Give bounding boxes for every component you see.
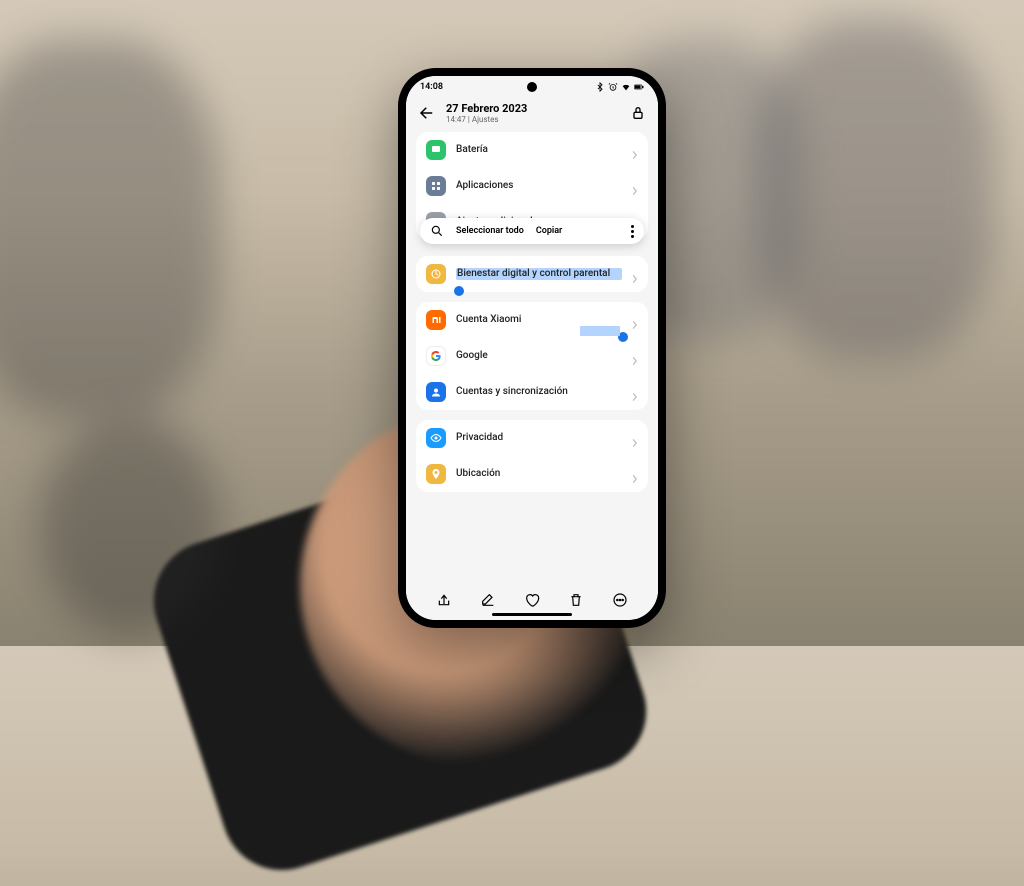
chevron-right-icon: [632, 269, 638, 279]
row-label: Cuenta Xiaomi: [456, 314, 622, 326]
chevron-right-icon: [632, 145, 638, 155]
favorite-icon[interactable]: [524, 592, 540, 608]
text-selection-menu: Seleccionar todo Copiar: [420, 218, 644, 244]
chevron-right-icon: [632, 387, 638, 397]
header-title: 27 Febrero 2023: [446, 102, 620, 115]
chevron-right-icon: [632, 469, 638, 479]
settings-row[interactable]: Batería: [416, 132, 648, 168]
settings-list[interactable]: BateríaAplicacionesAjustes adicionalesSe…: [406, 132, 658, 580]
bluetooth-icon: [595, 82, 605, 92]
settings-row[interactable]: Cuenta Xiaomi: [416, 302, 648, 338]
status-icons: [595, 82, 644, 92]
copy-button[interactable]: Copiar: [536, 226, 562, 236]
search-icon[interactable]: [430, 224, 444, 238]
wifi-icon: [621, 82, 631, 92]
battery-icon: [426, 140, 446, 160]
home-indicator[interactable]: [492, 613, 572, 616]
settings-row[interactable]: Cuentas y sincronización: [416, 374, 648, 410]
privacy-icon: [426, 428, 446, 448]
camera-notch: [527, 82, 537, 92]
google-icon: [426, 346, 446, 366]
chevron-right-icon: [632, 181, 638, 191]
select-all-button[interactable]: Seleccionar todo: [456, 226, 524, 236]
settings-row[interactable]: Bienestar digital y control parental: [416, 256, 648, 292]
header-subtitle: 14:47 | Ajustes: [446, 115, 620, 124]
chevron-right-icon: [632, 315, 638, 325]
settings-row[interactable]: Ubicación: [416, 456, 648, 492]
share-icon[interactable]: [436, 592, 452, 608]
row-label: Aplicaciones: [456, 180, 622, 192]
phone-screen: 14:08 27 Febrero 2023 14:47 | Ajustes Ba…: [406, 76, 658, 620]
settings-group: Privacidad Ubicación: [416, 420, 648, 492]
row-label: Ubicación: [456, 468, 622, 480]
selection-handle-start[interactable]: [454, 286, 464, 296]
settings-group: Seleccionar todoCopiarBienestar digital …: [416, 256, 648, 292]
edit-icon[interactable]: [480, 592, 496, 608]
chevron-right-icon: [632, 433, 638, 443]
settings-row[interactable]: Aplicaciones: [416, 168, 648, 204]
battery-icon: [634, 82, 644, 92]
page-header: 27 Febrero 2023 14:47 | Ajustes: [406, 98, 658, 132]
wellbeing-icon: [426, 264, 446, 284]
row-label: Bienestar digital y control parental: [456, 268, 622, 280]
delete-icon[interactable]: [568, 592, 584, 608]
more-icon[interactable]: [612, 592, 628, 608]
row-label: Cuentas y sincronización: [456, 386, 622, 398]
row-label: Batería: [456, 144, 622, 156]
alarm-icon: [608, 82, 618, 92]
settings-group: Cuenta Xiaomi Google Cuentas y sincronizac…: [416, 302, 648, 410]
back-arrow-icon[interactable]: [418, 104, 436, 122]
row-label: Google: [456, 350, 622, 362]
apps-icon: [426, 176, 446, 196]
row-label: Privacidad: [456, 432, 622, 444]
settings-row[interactable]: Google: [416, 338, 648, 374]
status-time: 14:08: [420, 82, 443, 92]
xiaomi-icon: [426, 310, 446, 330]
accounts-icon: [426, 382, 446, 402]
phone-frame: 14:08 27 Febrero 2023 14:47 | Ajustes Ba…: [398, 68, 666, 628]
location-icon: [426, 464, 446, 484]
chevron-right-icon: [632, 351, 638, 361]
lock-icon[interactable]: [630, 105, 646, 121]
settings-row[interactable]: Privacidad: [416, 420, 648, 456]
more-options-icon[interactable]: [631, 225, 634, 238]
